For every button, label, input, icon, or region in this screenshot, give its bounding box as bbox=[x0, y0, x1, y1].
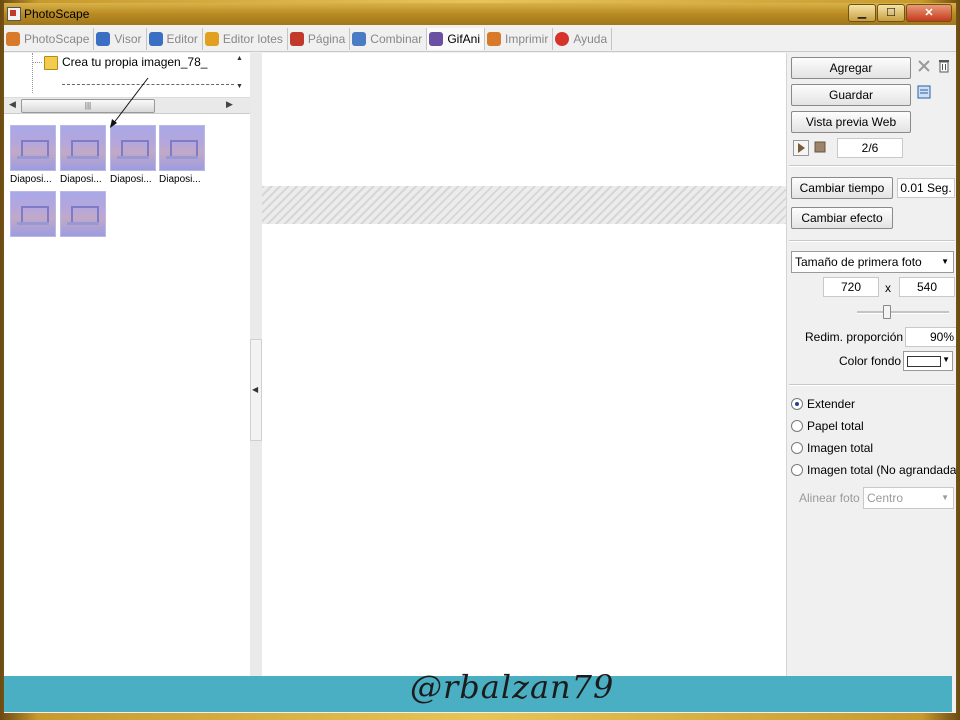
web-preview-button[interactable]: Vista previa Web bbox=[791, 111, 911, 133]
radio-indicator[interactable] bbox=[791, 442, 803, 454]
gifani-icon bbox=[429, 32, 444, 46]
play-icon[interactable] bbox=[793, 140, 809, 156]
viewer-icon bbox=[96, 32, 111, 46]
timeline-strip bbox=[262, 186, 786, 224]
width-input[interactable]: 720 bbox=[823, 277, 879, 297]
size-mode-value: Tamaño de primera foto bbox=[795, 255, 922, 269]
combine-icon bbox=[352, 32, 367, 46]
tab-gifani[interactable]: GifAni bbox=[427, 28, 485, 50]
align-select[interactable]: Centro ▼ bbox=[863, 487, 954, 509]
minimize-button[interactable]: ▁ bbox=[848, 4, 876, 22]
preview-canvas bbox=[262, 53, 786, 676]
align-value: Centro bbox=[867, 491, 904, 505]
section-divider bbox=[789, 240, 955, 242]
time-input[interactable]: 0.01 Seg. bbox=[897, 178, 955, 198]
thumbnail-caption: Diaposi... bbox=[10, 174, 52, 185]
size-mode-select[interactable]: Tamaño de primera foto ▼ bbox=[791, 251, 954, 273]
dropdown-arrow-icon: ▼ bbox=[942, 355, 950, 364]
radio-label: Extender bbox=[807, 397, 856, 411]
tab-visor[interactable]: Visor bbox=[94, 28, 147, 50]
thumbnail-caption: Diaposi... bbox=[159, 174, 201, 185]
tab-label: Combinar bbox=[370, 32, 423, 46]
resize-slider-thumb[interactable] bbox=[883, 305, 891, 319]
dropdown-arrow-icon: ▼ bbox=[941, 257, 949, 266]
resize-label: Redim. proporción bbox=[805, 330, 904, 344]
radio-imagen-total-no-agrandada[interactable]: Imagen total (No agrandada) bbox=[791, 463, 956, 477]
bg-color-picker[interactable]: ▼ bbox=[903, 351, 953, 371]
change-time-button[interactable]: Cambiar tiempo bbox=[791, 177, 893, 199]
collapse-arrow-icon[interactable]: ◀ bbox=[252, 385, 258, 394]
tab-editor[interactable]: Editor bbox=[147, 28, 203, 50]
remove-icon[interactable] bbox=[917, 59, 931, 73]
tab-pagina[interactable]: Página bbox=[288, 28, 351, 50]
align-label: Alinear foto bbox=[799, 491, 860, 505]
radio-indicator[interactable] bbox=[791, 420, 803, 432]
radio-extender[interactable]: Extender bbox=[791, 397, 855, 411]
bg-color-label: Color fondo bbox=[839, 354, 902, 368]
print-icon bbox=[487, 32, 501, 46]
page-icon bbox=[289, 32, 304, 46]
dropdown-arrow-icon: ▼ bbox=[941, 493, 949, 502]
window-controls: ▁ ☐ ✕ bbox=[847, 4, 952, 22]
resize-slider-track[interactable] bbox=[857, 311, 949, 314]
tab-label: Imprimir bbox=[505, 32, 549, 46]
tab-photoscape[interactable]: PhotoScape bbox=[4, 28, 95, 50]
section-divider bbox=[789, 165, 955, 167]
change-effect-button[interactable]: Cambiar efecto bbox=[791, 207, 893, 229]
tab-label: Editor lotes bbox=[222, 32, 283, 46]
trash-icon[interactable] bbox=[937, 59, 951, 73]
radio-indicator[interactable] bbox=[791, 398, 803, 410]
radio-indicator[interactable] bbox=[791, 464, 803, 476]
close-button[interactable]: ✕ bbox=[906, 4, 952, 22]
thumbnail-caption: Diaposi... bbox=[110, 174, 152, 185]
file-browser-pane: Crea tu propia imagen_78_ ▲ ▼ ◀ ||| ▶ Di… bbox=[4, 53, 250, 676]
radio-label: Imagen total (No agrandada) bbox=[807, 463, 956, 477]
radio-label: Papel total bbox=[807, 419, 864, 433]
list-icon[interactable] bbox=[917, 85, 931, 99]
stop-icon[interactable] bbox=[813, 140, 827, 154]
thumbnail-item[interactable] bbox=[60, 191, 108, 237]
app-icon bbox=[7, 7, 21, 21]
title-bar: PhotoScape ▁ ☐ ✕ bbox=[4, 3, 956, 25]
dimension-separator: x bbox=[885, 281, 891, 295]
thumbnail-image[interactable] bbox=[60, 191, 106, 237]
radio-imagen-total[interactable]: Imagen total bbox=[791, 441, 873, 455]
section-divider bbox=[789, 384, 955, 386]
tab-combinar[interactable]: Combinar bbox=[350, 28, 428, 50]
tab-editor-lotes[interactable]: Editor lotes bbox=[203, 28, 288, 50]
editor-icon bbox=[148, 32, 163, 46]
watermark-text: @rbalzan79 bbox=[410, 668, 615, 706]
tab-label: Ayuda bbox=[573, 32, 608, 46]
main-tabs: PhotoScape Visor Editor Editor lotes Pág… bbox=[4, 27, 956, 52]
radio-papel-total[interactable]: Papel total bbox=[791, 419, 864, 433]
maximize-button[interactable]: ☐ bbox=[877, 4, 905, 22]
tab-imprimir[interactable]: Imprimir bbox=[485, 28, 554, 50]
resize-input[interactable]: 90% bbox=[905, 327, 956, 347]
batch-editor-icon bbox=[204, 32, 219, 46]
tab-label: GifAni bbox=[447, 32, 480, 46]
help-icon bbox=[555, 32, 570, 46]
thumbnail-caption: Diaposi... bbox=[60, 174, 102, 185]
gifani-settings-panel: Agregar Guardar Vista previa Web 2/6 Cam… bbox=[786, 53, 956, 676]
add-button[interactable]: Agregar bbox=[791, 57, 911, 79]
thumbnail-item[interactable] bbox=[10, 191, 58, 237]
frame-counter: 2/6 bbox=[837, 138, 903, 158]
thumbnail-image[interactable] bbox=[10, 191, 56, 237]
tab-label: PhotoScape bbox=[24, 32, 90, 46]
height-input[interactable]: 540 bbox=[899, 277, 955, 297]
tab-label: Editor bbox=[166, 32, 198, 46]
app-window: PhotoScape ▁ ☐ ✕ PhotoScape Visor Editor… bbox=[4, 3, 956, 713]
tab-ayuda[interactable]: Ayuda bbox=[553, 28, 613, 50]
tab-label: Página bbox=[307, 32, 346, 46]
color-swatch bbox=[907, 356, 941, 367]
annotation-arrow-icon bbox=[110, 77, 149, 128]
photoscape-icon bbox=[6, 32, 20, 46]
tab-label: Visor bbox=[114, 32, 142, 46]
save-button[interactable]: Guardar bbox=[791, 84, 911, 106]
window-title: PhotoScape bbox=[24, 7, 90, 21]
pane-splitter[interactable]: ◀ bbox=[250, 53, 262, 676]
radio-label: Imagen total bbox=[807, 441, 874, 455]
